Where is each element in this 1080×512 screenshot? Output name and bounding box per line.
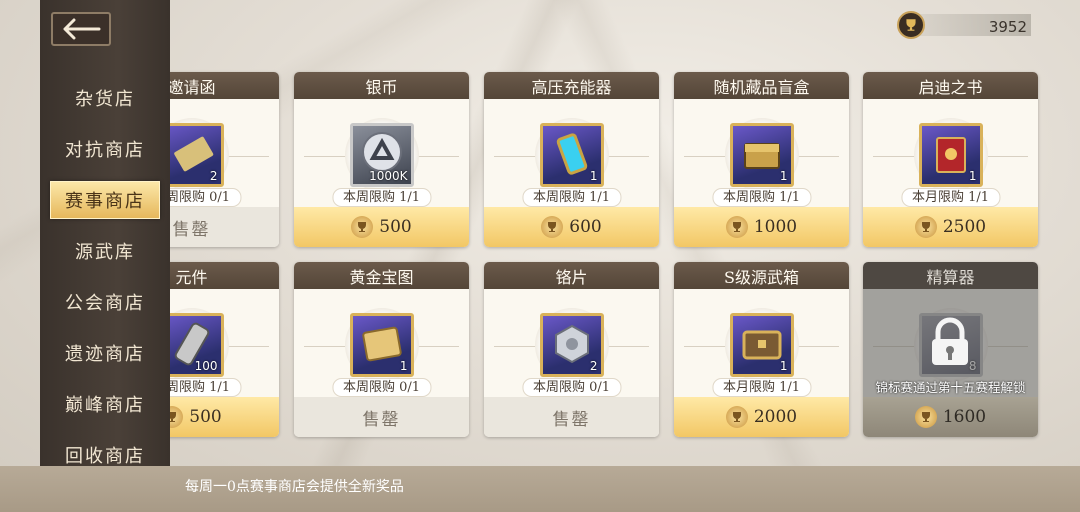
trophy-icon xyxy=(914,406,937,428)
book-icon: 1 xyxy=(918,123,983,187)
purchase-limit: 本周限购 1/1 xyxy=(331,188,432,207)
sidebar-item-versus-shop[interactable]: 对抗商店 xyxy=(50,130,160,168)
price-button[interactable]: 1000 xyxy=(674,207,849,247)
purchase-limit: 本周限购 1/1 xyxy=(521,188,622,207)
price-button[interactable]: 2000 xyxy=(674,397,849,437)
price-button[interactable]: 500 xyxy=(294,207,469,247)
card-title: 启迪之书 xyxy=(863,72,1038,99)
sidebar-item-event-shop[interactable]: 赛事商店 xyxy=(50,181,160,219)
shop-card-chrome-plate[interactable]: 铬片 2 本周限购 0/1 售罄 xyxy=(484,262,659,437)
card-title: 精算器 xyxy=(863,262,1038,289)
trophy-icon xyxy=(897,11,925,39)
shop-card-book-of-enlightenment[interactable]: 启迪之书 1 本月限购 1/1 2500 xyxy=(863,72,1038,247)
footer-bar xyxy=(0,466,1080,512)
purchase-limit: 本周限购 0/1 xyxy=(521,378,622,397)
card-title: 黄金宝图 xyxy=(294,262,469,289)
sold-out-label: 售罄 xyxy=(484,397,659,437)
card-title: 银币 xyxy=(294,72,469,99)
shop-card-high-voltage-charger[interactable]: 高压充能器 1 本周限购 1/1 600 xyxy=(484,72,659,247)
sidebar-item-relic-shop[interactable]: 遗迹商店 xyxy=(50,334,160,372)
sidebar-item-peak-shop[interactable]: 巅峰商店 xyxy=(50,385,160,423)
trophy-icon xyxy=(725,406,748,428)
card-title: 高压充能器 xyxy=(484,72,659,99)
refresh-notice: 每周一0点赛事商店会提供全新奖品 xyxy=(185,479,404,495)
purchase-limit: 本周限购 1/1 xyxy=(711,188,812,207)
weapon-chest-icon: 1 xyxy=(729,313,794,377)
currency-display: 3952 xyxy=(897,11,1031,39)
sidebar-item-armory[interactable]: 源武库 xyxy=(50,232,160,270)
shop-card-s-class-weapon-box[interactable]: S级源武箱 1 本月限购 1/1 2000 xyxy=(674,262,849,437)
price-button[interactable]: 1600 xyxy=(863,397,1038,437)
treasure-box-icon: 1 xyxy=(729,123,794,187)
shop-card-calculator-locked[interactable]: 精算器 8 锦标赛通过第十五赛程解锁 1600 xyxy=(863,262,1038,437)
chrome-plate-icon: 2 xyxy=(539,313,604,377)
back-button[interactable] xyxy=(51,12,111,46)
trophy-icon xyxy=(725,216,748,238)
sidebar-item-guild-shop[interactable]: 公会商店 xyxy=(50,283,160,321)
silver-coin-icon: 1000K xyxy=(349,123,414,187)
charger-icon: 1 xyxy=(539,123,604,187)
shop-card-silver-coin[interactable]: 银币 1000K 本周限购 1/1 500 xyxy=(294,72,469,247)
card-title: S级源武箱 xyxy=(674,262,849,289)
sold-out-label: 售罄 xyxy=(294,397,469,437)
trophy-icon xyxy=(541,216,564,238)
card-title: 铬片 xyxy=(484,262,659,289)
purchase-limit: 本月限购 1/1 xyxy=(900,188,1001,207)
shop-card-random-collection-box[interactable]: 随机藏品盲盒 1 本周限购 1/1 1000 xyxy=(674,72,849,247)
purchase-limit: 本月限购 1/1 xyxy=(711,378,812,397)
sidebar-item-grocery[interactable]: 杂货店 xyxy=(50,79,160,117)
trophy-icon xyxy=(914,216,937,238)
treasure-map-icon: 1 xyxy=(349,313,414,377)
back-arrow-icon xyxy=(63,18,101,40)
shop-card-golden-treasure-map[interactable]: 黄金宝图 1 本周限购 0/1 售罄 xyxy=(294,262,469,437)
unlock-condition: 锦标赛通过第十五赛程解锁 xyxy=(875,380,1026,395)
price-button[interactable]: 600 xyxy=(484,207,659,247)
trophy-icon xyxy=(351,216,374,238)
price-button[interactable]: 2500 xyxy=(863,207,1038,247)
card-title: 随机藏品盲盒 xyxy=(674,72,849,99)
lock-icon xyxy=(932,317,968,365)
purchase-limit: 本周限购 0/1 xyxy=(331,378,432,397)
currency-value: 3952 xyxy=(988,18,1027,36)
